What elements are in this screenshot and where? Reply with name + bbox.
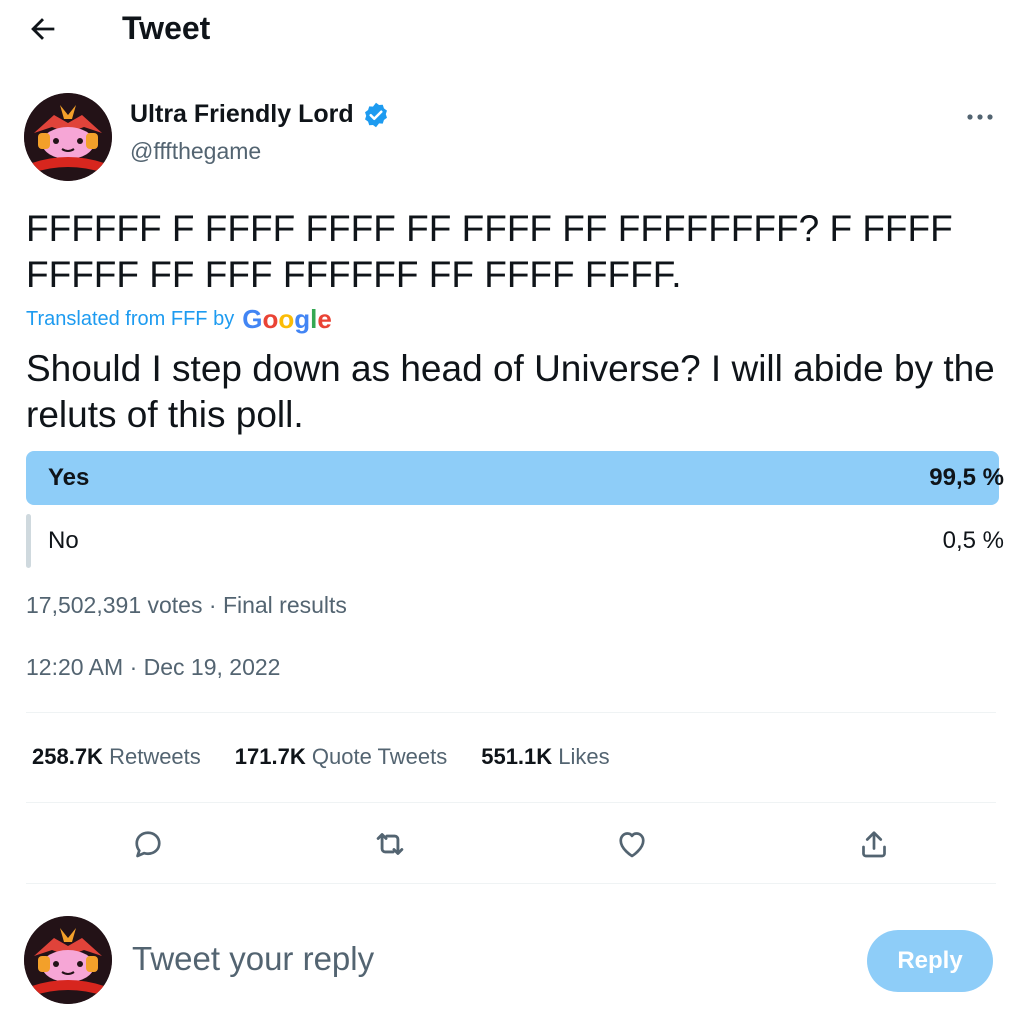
poll-separator: · — [208, 592, 217, 618]
retweets-stat[interactable]: 258.7K Retweets — [32, 744, 201, 770]
quote-tweets-stat[interactable]: 171.7K Quote Tweets — [235, 744, 447, 770]
poll-option-no: No 0,5 % — [26, 514, 1004, 568]
stat-label: Likes — [558, 744, 610, 769]
poll-option-percent: 0,5 % — [942, 527, 1004, 554]
page-title: Tweet — [122, 10, 211, 46]
tweet-time: 12:20 AM — [26, 654, 124, 680]
more-options-button[interactable] — [960, 100, 1000, 134]
poll-option-percent: 99,5 % — [929, 464, 1004, 491]
poll-option-label: Yes — [48, 464, 90, 491]
more-horizontal-icon — [960, 114, 1000, 138]
like-icon — [614, 826, 650, 867]
tweet-date: Dec 19, 2022 — [143, 654, 281, 680]
stat-value: 171.7K — [234, 744, 306, 769]
like-button[interactable] — [610, 824, 654, 868]
poll-status: Final results — [222, 592, 347, 618]
divider — [26, 883, 996, 884]
tweet-stats: 258.7K Retweets 171.7K Quote Tweets 551.… — [32, 744, 610, 770]
reply-input[interactable] — [132, 940, 832, 978]
tweet-timestamp[interactable]: 12:20 AM · Dec 19, 2022 — [26, 654, 280, 681]
stat-value: 551.1K — [481, 744, 553, 769]
author-name[interactable]: Ultra Friendly Lord — [130, 100, 354, 129]
reply-icon — [130, 826, 166, 867]
retweet-button[interactable] — [368, 824, 412, 868]
translated-from-link[interactable]: Translated from FFF by — [26, 308, 234, 331]
poll-bar-no — [26, 514, 31, 568]
user-avatar[interactable] — [24, 916, 112, 1004]
author-name-row: Ultra Friendly Lord — [130, 100, 390, 129]
share-icon — [856, 826, 892, 867]
verified-badge-icon — [362, 101, 390, 129]
tweet-text: FFFFFF F FFFF FFFF FF FFFF FF FFFFFFFF? … — [26, 208, 953, 295]
divider — [26, 802, 996, 803]
reply-submit-button[interactable]: Reply — [867, 930, 993, 992]
arrow-left-icon — [26, 12, 60, 46]
author-avatar[interactable] — [24, 93, 112, 181]
translation-attribution: Translated from FFF by Google — [26, 304, 332, 335]
google-logo: Google — [242, 304, 332, 334]
divider — [26, 712, 996, 713]
share-button[interactable] — [852, 824, 896, 868]
author-handle[interactable]: @fffthegame — [130, 138, 261, 165]
likes-stat[interactable]: 551.1K Likes — [481, 744, 609, 770]
back-button[interactable] — [26, 12, 60, 46]
stat-value: 258.7K — [32, 744, 103, 769]
stat-label: Retweets — [109, 744, 201, 769]
poll-option-label: No — [48, 527, 79, 554]
poll-bar-yes — [26, 451, 999, 505]
poll-votes: 17,502,391 votes — [26, 592, 203, 618]
reply-button[interactable] — [126, 824, 170, 868]
retweet-icon — [371, 825, 409, 868]
timestamp-separator: · — [129, 654, 138, 680]
poll-option-yes: Yes 99,5 % — [26, 451, 1004, 505]
translated-text: Should I step down as head of Universe? … — [26, 348, 995, 435]
poll-meta: 17,502,391 votes · Final results — [26, 592, 347, 619]
stat-label: Quote Tweets — [311, 744, 448, 769]
